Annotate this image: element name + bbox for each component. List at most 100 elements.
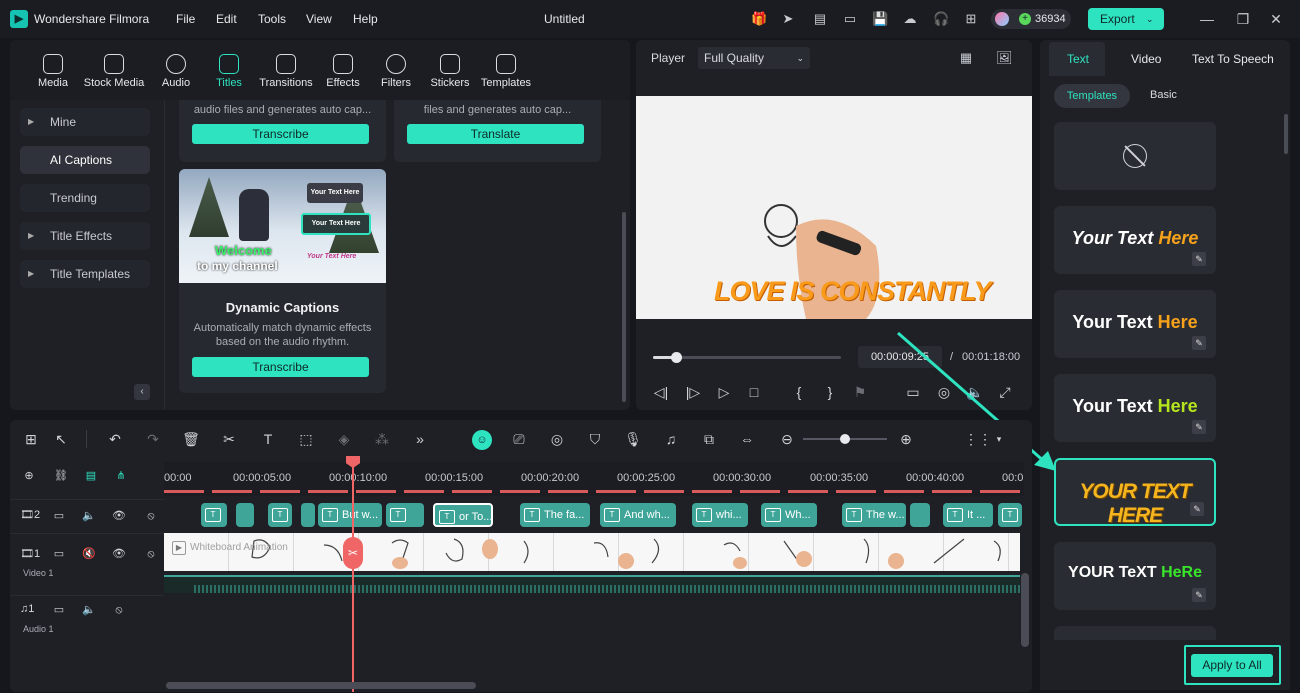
video-preview[interactable]: LOVE IS CONSTANTLY (636, 96, 1032, 319)
title-clip[interactable]: T (201, 503, 227, 527)
grid-apps-icon[interactable]: ⊞ (963, 11, 979, 27)
redo-icon[interactable]: ↷ (144, 430, 162, 448)
title-clip[interactable] (301, 503, 315, 527)
ai-robot-icon[interactable]: ☺ (472, 430, 492, 450)
folder-icon[interactable]: ▭ (52, 509, 66, 523)
record-icon[interactable]: ⎚ (510, 430, 528, 448)
title-clip[interactable] (910, 503, 930, 527)
layout-grid-icon[interactable]: ⊞ (22, 430, 40, 448)
timeline-h-scrollbar[interactable] (166, 682, 476, 689)
template-1[interactable]: Your Text Here ✎ (1054, 206, 1216, 274)
cloud-upload-icon[interactable]: ☁ (902, 11, 918, 27)
dynamic-transcribe-button[interactable]: Transcribe (192, 357, 369, 377)
pencil-icon[interactable]: ✎ (1192, 252, 1206, 266)
headset-icon[interactable]: 🎧 (933, 11, 949, 27)
apply-to-all-button[interactable]: Apply to All (1191, 654, 1273, 677)
mute-icon[interactable]: ⦸ (144, 509, 158, 523)
template-4-selected[interactable]: YOUR TEXT HERE ✎ (1054, 458, 1216, 527)
export-button[interactable]: Export ⌄ (1088, 8, 1164, 30)
template-2[interactable]: Your Text Here ✎ (1054, 290, 1216, 358)
color-icon[interactable]: ⁂ (373, 430, 391, 448)
grid-view-icon[interactable]: ▦ (958, 50, 974, 66)
step-forward-icon[interactable]: |▷ (685, 384, 701, 400)
translate-button[interactable]: Translate (407, 124, 584, 144)
folder-icon[interactable]: ▭ (52, 547, 66, 561)
tab-text-to-speech[interactable]: Text To Speech (1192, 52, 1274, 66)
zoom-out-icon[interactable]: ⊖ (778, 430, 796, 448)
title-clip[interactable]: T And wh... (600, 503, 676, 527)
delete-icon[interactable]: 🗑 (182, 430, 200, 448)
tab-stock-media[interactable]: Stock Media (81, 54, 147, 94)
tab-effects[interactable]: Effects (317, 54, 369, 94)
stop-icon[interactable]: □ (746, 384, 762, 400)
text-tool-icon[interactable]: T (259, 430, 277, 448)
eye-icon[interactable]: 👁 (112, 547, 126, 561)
library-scrollbar[interactable] (622, 212, 626, 402)
detach-icon[interactable]: ⧉ (700, 430, 718, 448)
undo-icon[interactable]: ↶ (106, 430, 124, 448)
sidebar-item-mine[interactable]: ▶ Mine (20, 108, 150, 136)
snap-icon[interactable]: ▤ (84, 469, 98, 483)
tab-text[interactable]: Text (1067, 52, 1089, 66)
templates-scrollbar[interactable] (1284, 114, 1288, 154)
sidebar-item-title-templates[interactable]: ▶ Title Templates (20, 260, 150, 288)
menu-file[interactable]: File (176, 12, 195, 26)
gift-icon[interactable]: 🎁 (751, 11, 767, 27)
sidebar-item-title-effects[interactable]: ▶ Title Effects (20, 222, 150, 250)
speaker-muted-icon[interactable]: 🔇 (82, 547, 96, 561)
tab-titles[interactable]: Titles (203, 54, 255, 94)
template-5[interactable]: YOUR TeXT HeRe ✎ (1054, 542, 1216, 610)
speaker-icon[interactable]: 🔈 (82, 603, 96, 617)
send-icon[interactable]: ➤ (780, 11, 796, 27)
speaker-icon[interactable]: 🔈 (82, 509, 96, 523)
tab-audio[interactable]: Audio (150, 54, 202, 94)
menu-view[interactable]: View (306, 12, 332, 26)
title-clip[interactable]: T It ... (943, 503, 993, 527)
subtab-basic[interactable]: Basic (1150, 89, 1177, 101)
image-icon[interactable]: 🖼 (996, 50, 1013, 66)
playhead-line[interactable] (352, 458, 354, 692)
zoom-in-icon[interactable]: ⊕ (897, 430, 915, 448)
title-clip[interactable]: T (386, 503, 424, 527)
mute-icon[interactable]: ⦸ (144, 547, 158, 561)
title-clip[interactable]: T But w... (318, 503, 382, 527)
title-clip[interactable]: T (998, 503, 1022, 527)
menu-tools[interactable]: Tools (258, 12, 286, 26)
link-icon[interactable]: ⛓ (54, 469, 68, 483)
timeline-grid-icon[interactable]: ⋮⋮ (964, 430, 992, 448)
title-clip[interactable]: T The fa... (520, 503, 590, 527)
sidebar-item-trending[interactable]: Trending (20, 184, 150, 212)
pencil-icon[interactable]: ✎ (1190, 502, 1204, 516)
title-clip[interactable]: T The w... (842, 503, 906, 527)
pencil-icon[interactable]: ✎ (1192, 588, 1206, 602)
minimize-icon[interactable]: — (1197, 9, 1217, 29)
title-clip-selected[interactable]: Tor To... (433, 503, 493, 527)
speed-icon[interactable]: ◈ (335, 430, 353, 448)
transcribe-button[interactable]: Transcribe (192, 124, 369, 144)
tab-templates[interactable]: Templates (478, 54, 534, 94)
title-clip[interactable]: Twhi... (692, 503, 748, 527)
mark-out-icon[interactable]: } (822, 384, 838, 400)
music-list-icon[interactable]: ♫ (662, 430, 680, 448)
collapse-sidebar-icon[interactable]: ‹ (134, 384, 150, 400)
credits-badge[interactable]: + 36934 (991, 9, 1071, 29)
title-clip[interactable]: T Wh... (761, 503, 817, 527)
tab-stickers[interactable]: Stickers (424, 54, 476, 94)
play-icon[interactable]: ▷ (716, 384, 732, 400)
add-track-icon[interactable]: ⊕ (22, 469, 36, 483)
title-clip[interactable]: T (268, 503, 292, 527)
tab-transitions[interactable]: Transitions (258, 54, 314, 94)
mute-icon[interactable]: ⦸ (112, 603, 126, 617)
auto-beat-icon[interactable]: ◎ (548, 430, 566, 448)
chevron-down-icon[interactable]: ▾ (990, 430, 1008, 448)
cut-icon[interactable]: ✂ (220, 430, 238, 448)
quality-select[interactable]: Full Quality ⌄ (698, 47, 810, 69)
template-none[interactable] (1054, 122, 1216, 190)
step-back-icon[interactable]: ◁| (653, 384, 669, 400)
save-icon[interactable]: 💾 (872, 11, 888, 27)
maximize-icon[interactable]: ❐ (1233, 9, 1253, 29)
eye-icon[interactable]: 👁 (112, 509, 126, 523)
subtab-templates[interactable]: Templates (1054, 84, 1130, 108)
mark-in-icon[interactable]: { (791, 384, 807, 400)
tab-video[interactable]: Video (1131, 52, 1161, 66)
